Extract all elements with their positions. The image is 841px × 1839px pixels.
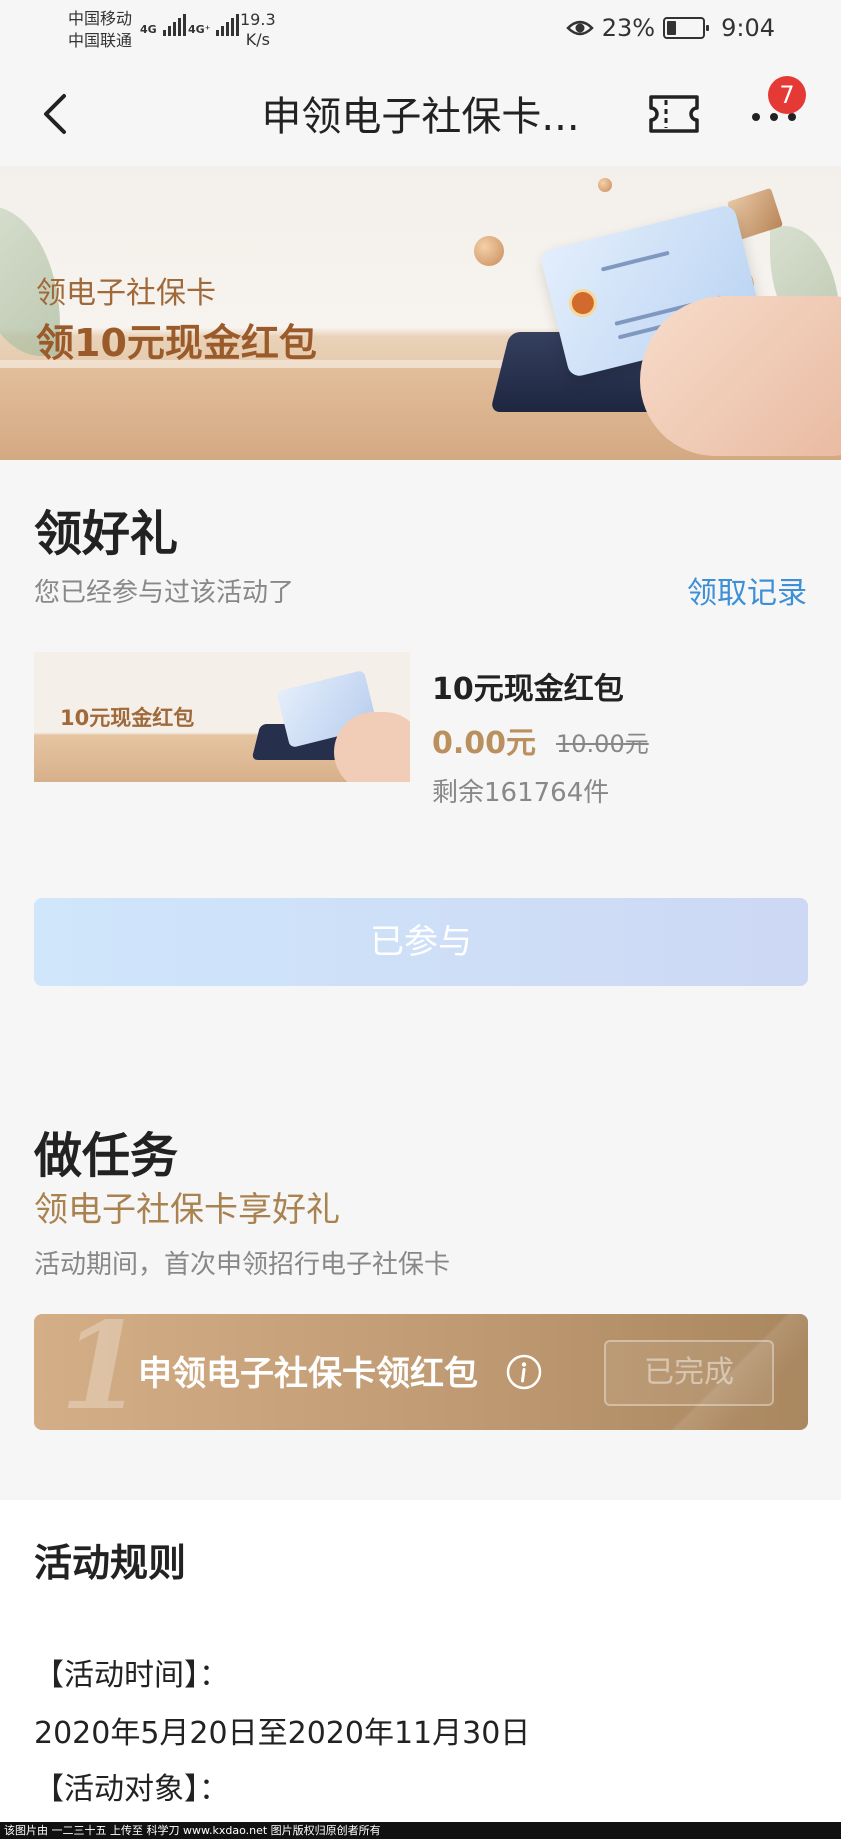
battery-icon bbox=[663, 17, 710, 39]
hand-illustration bbox=[640, 296, 841, 456]
status-right: 23% 9:04 bbox=[565, 14, 775, 42]
watermark-footer: 该图片由 一二三十五 上传至 科学刀 www.kxdao.net 图片版权归原创… bbox=[0, 1822, 841, 1839]
notification-badge: 7 bbox=[768, 76, 806, 114]
joined-button[interactable]: 已参与 bbox=[34, 898, 808, 986]
banner-title: 领10元现金红包 bbox=[36, 321, 317, 365]
participation-status: 您已经参与过该活动了 bbox=[34, 578, 295, 608]
status-bar: 中国移动 中国联通 4G 4G⁺ 19.3 K/s 23% 9:04 bbox=[0, 0, 841, 62]
back-arrow-icon[interactable] bbox=[38, 92, 78, 136]
rule-time-label: 【活动时间】： bbox=[34, 1658, 229, 1693]
nav-bar: 申领电子社保卡... bbox=[0, 62, 841, 166]
task-number: 1 bbox=[60, 1314, 144, 1430]
product-name: 10元现金红包 bbox=[432, 672, 624, 707]
clock: 9:04 bbox=[721, 14, 775, 42]
page-title: 申领电子社保卡... bbox=[261, 94, 580, 140]
task-card[interactable]: 1 申领电子社保卡领红包 已完成 bbox=[34, 1314, 808, 1430]
product-image-label: 10元现金红包 bbox=[60, 706, 195, 730]
banner-subtitle: 领电子社保卡 bbox=[36, 276, 216, 311]
task-title: 申领电子社保卡领红包 bbox=[138, 1354, 478, 1394]
eye-icon bbox=[565, 20, 594, 36]
network-speed: 19.3 K/s bbox=[240, 10, 276, 49]
ticket-icon[interactable] bbox=[648, 94, 700, 134]
task-completed-button[interactable]: 已完成 bbox=[604, 1340, 774, 1406]
battery-percent: 23% bbox=[601, 14, 656, 42]
carrier-info: 中国移动 中国联通 bbox=[68, 8, 132, 52]
task-subtitle: 领电子社保卡享好礼 bbox=[34, 1190, 340, 1230]
carrier-2: 中国联通 bbox=[68, 31, 133, 50]
rule-time-value: 2020年5月20日至2020年11月30日 bbox=[34, 1716, 531, 1751]
rules-title: 活动规则 bbox=[34, 1541, 187, 1585]
product-original-price: 10.00元 bbox=[556, 730, 649, 758]
signal-1-icon: 4G bbox=[140, 14, 186, 36]
product-remaining: 剩余161764件 bbox=[432, 778, 610, 808]
task-section-title: 做任务 bbox=[34, 1128, 179, 1184]
gift-section-title: 领好礼 bbox=[34, 506, 179, 562]
carrier-1: 中国移动 bbox=[68, 9, 133, 28]
product-image[interactable]: 10元现金红包 bbox=[34, 652, 410, 782]
task-description: 活动期间，首次申领招行电子社保卡 bbox=[34, 1250, 451, 1280]
hand-illustration bbox=[334, 712, 410, 782]
rule-target-label: 【活动对象】： bbox=[34, 1772, 229, 1807]
rules-section: 活动规则 【活动时间】： 2020年5月20日至2020年11月30日 【活动对… bbox=[0, 1500, 841, 1822]
claim-record-link[interactable]: 领取记录 bbox=[687, 568, 807, 612]
product-price: 0.00元 bbox=[432, 726, 537, 761]
promo-banner[interactable]: 领电子社保卡 领10元现金红包 bbox=[0, 166, 841, 460]
info-icon[interactable] bbox=[506, 1354, 542, 1390]
signal-2-icon: 4G⁺ bbox=[188, 14, 240, 36]
coin-icon bbox=[598, 178, 612, 192]
coin-icon bbox=[474, 236, 504, 266]
